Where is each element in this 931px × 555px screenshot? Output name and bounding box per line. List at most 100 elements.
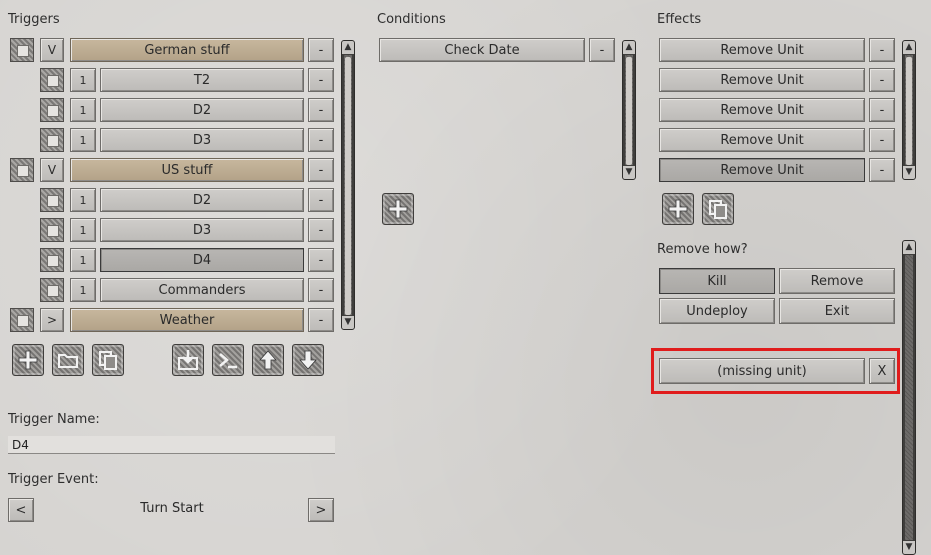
trigger-remove-button[interactable]: - — [308, 128, 334, 152]
trigger-enable-checkbox[interactable] — [40, 68, 64, 92]
add-condition-button[interactable] — [382, 193, 414, 225]
trigger-event-value: Turn Start — [140, 501, 204, 516]
trigger-group-row[interactable]: German stuff — [70, 38, 304, 62]
remove-option-remove[interactable]: Remove — [779, 268, 895, 294]
effect-remove-button[interactable]: - — [869, 158, 895, 182]
triggers-scrollbar[interactable]: ▲ ▼ — [341, 40, 355, 330]
console-button[interactable] — [212, 344, 244, 376]
scroll-up-arrow-icon[interactable]: ▲ — [903, 41, 915, 54]
copy-trigger-button[interactable] — [92, 344, 124, 376]
effects-header: Effects — [657, 12, 702, 27]
unit-select-button[interactable]: (missing unit) — [659, 358, 865, 384]
scroll-up-arrow-icon[interactable]: ▲ — [623, 41, 635, 54]
add-icon — [18, 350, 38, 370]
trigger-count-badge[interactable]: 1 — [70, 278, 96, 302]
group-toggle-button[interactable]: > — [40, 308, 64, 332]
conditions-header: Conditions — [377, 12, 446, 27]
trigger-enable-checkbox[interactable] — [40, 188, 64, 212]
event-prev-button[interactable]: < — [8, 498, 34, 522]
trigger-event-label: Trigger Event: — [8, 472, 99, 487]
trigger-row[interactable]: D3 — [100, 128, 304, 152]
trigger-row[interactable]: D2 — [100, 98, 304, 122]
conditions-scrollbar[interactable]: ▲ ▼ — [622, 40, 636, 180]
effect-item[interactable]: Remove Unit — [659, 128, 865, 152]
console-icon — [219, 353, 237, 369]
trigger-enable-checkbox[interactable] — [40, 218, 64, 242]
effect-details-scrollbar[interactable]: ▲ ▼ — [902, 240, 916, 555]
scroll-thumb[interactable] — [345, 57, 351, 315]
trigger-remove-button[interactable]: - — [308, 218, 334, 242]
scroll-thumb[interactable] — [626, 57, 632, 165]
remove-how-label: Remove how? — [657, 242, 748, 257]
effects-scrollbar[interactable]: ▲ ▼ — [902, 40, 916, 180]
scroll-down-arrow-icon[interactable]: ▼ — [903, 541, 915, 554]
group-toggle-button[interactable]: V — [40, 158, 64, 182]
move-down-icon — [299, 350, 317, 370]
folder-icon — [58, 354, 78, 368]
trigger-count-badge[interactable]: 1 — [70, 188, 96, 212]
trigger-count-badge[interactable]: 1 — [70, 218, 96, 242]
trigger-remove-button[interactable]: - — [308, 308, 334, 332]
effect-remove-button[interactable]: - — [869, 128, 895, 152]
trigger-remove-button[interactable]: - — [308, 158, 334, 182]
effect-item[interactable]: Remove Unit — [659, 98, 865, 122]
trigger-count-badge[interactable]: 1 — [70, 98, 96, 122]
add-icon — [668, 199, 688, 219]
scroll-down-arrow-icon[interactable]: ▼ — [342, 316, 354, 329]
trigger-enable-checkbox[interactable] — [40, 98, 64, 122]
scroll-down-arrow-icon[interactable]: ▼ — [903, 166, 915, 179]
condition-item[interactable]: Check Date — [379, 38, 585, 62]
copy-effect-button[interactable] — [702, 193, 734, 225]
group-toggle-button[interactable]: V — [40, 38, 64, 62]
remove-option-exit[interactable]: Exit — [779, 298, 895, 324]
condition-remove-button[interactable]: - — [589, 38, 615, 62]
trigger-count-badge[interactable]: 1 — [70, 68, 96, 92]
effect-item[interactable]: Remove Unit — [659, 68, 865, 92]
trigger-enable-checkbox[interactable] — [40, 128, 64, 152]
trigger-count-badge[interactable]: 1 — [70, 248, 96, 272]
trigger-name-label: Trigger Name: — [8, 412, 100, 427]
trigger-enable-checkbox[interactable] — [10, 158, 34, 182]
trigger-remove-button[interactable]: - — [308, 38, 334, 62]
effect-remove-button[interactable]: - — [869, 38, 895, 62]
add-trigger-button[interactable] — [12, 344, 44, 376]
remove-option-undeploy[interactable]: Undeploy — [659, 298, 775, 324]
unit-clear-button[interactable]: X — [869, 358, 895, 384]
add-effect-button[interactable] — [662, 193, 694, 225]
trigger-group-row[interactable]: Weather — [70, 308, 304, 332]
trigger-remove-button[interactable]: - — [308, 188, 334, 212]
move-up-button[interactable] — [252, 344, 284, 376]
trigger-name-input[interactable]: D4 — [8, 436, 335, 454]
effect-remove-button[interactable]: - — [869, 98, 895, 122]
trigger-row[interactable]: T2 — [100, 68, 304, 92]
move-down-button[interactable] — [292, 344, 324, 376]
trigger-enable-checkbox[interactable] — [40, 248, 64, 272]
trigger-remove-button[interactable]: - — [308, 98, 334, 122]
scroll-down-arrow-icon[interactable]: ▼ — [623, 166, 635, 179]
trigger-row[interactable]: Commanders — [100, 278, 304, 302]
effect-remove-button[interactable]: - — [869, 68, 895, 92]
scroll-thumb[interactable] — [906, 57, 912, 165]
trigger-enable-checkbox[interactable] — [40, 278, 64, 302]
scroll-up-arrow-icon[interactable]: ▲ — [342, 41, 354, 54]
trigger-remove-button[interactable]: - — [308, 278, 334, 302]
import-icon — [178, 350, 198, 370]
trigger-count-badge[interactable]: 1 — [70, 128, 96, 152]
trigger-remove-button[interactable]: - — [308, 248, 334, 272]
event-next-button[interactable]: > — [308, 498, 334, 522]
trigger-enable-checkbox[interactable] — [10, 38, 34, 62]
remove-option-kill[interactable]: Kill — [659, 268, 775, 294]
trigger-enable-checkbox[interactable] — [10, 308, 34, 332]
effect-item[interactable]: Remove Unit — [659, 38, 865, 62]
effect-item[interactable]: Remove Unit — [659, 158, 865, 182]
trigger-row[interactable]: D3 — [100, 218, 304, 242]
scroll-up-arrow-icon[interactable]: ▲ — [903, 241, 915, 254]
trigger-remove-button[interactable]: - — [308, 68, 334, 92]
move-up-icon — [259, 350, 277, 370]
import-button[interactable] — [172, 344, 204, 376]
copy-icon — [99, 351, 117, 370]
trigger-group-row[interactable]: US stuff — [70, 158, 304, 182]
trigger-row[interactable]: D2 — [100, 188, 304, 212]
new-folder-button[interactable] — [52, 344, 84, 376]
trigger-row[interactable]: D4 — [100, 248, 304, 272]
